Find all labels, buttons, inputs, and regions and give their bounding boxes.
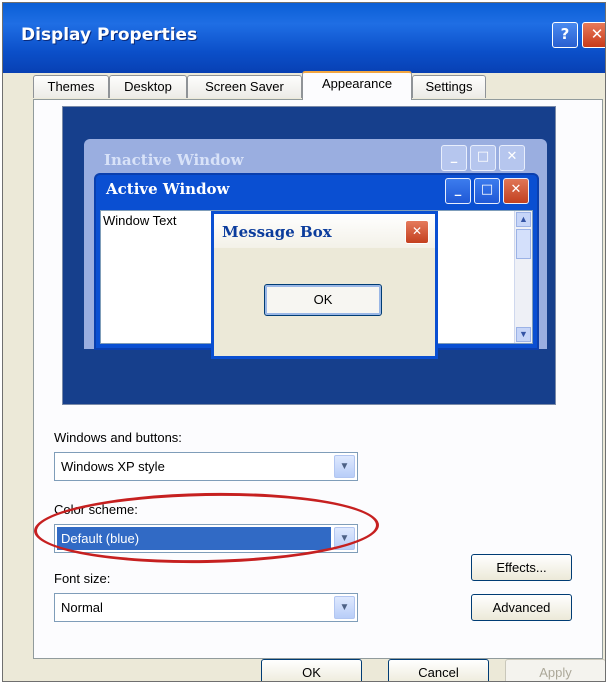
font-size-label: Font size: xyxy=(54,571,111,586)
tab-settings[interactable]: Settings xyxy=(412,75,486,98)
minimize-icon: _ xyxy=(445,178,471,204)
font-size-value: Normal xyxy=(61,600,103,615)
active-window-controls: _ □ ✕ xyxy=(445,178,529,204)
help-button[interactable]: ? xyxy=(552,22,578,48)
inactive-window-title: Inactive Window xyxy=(104,151,244,169)
message-box-ok-button: OK xyxy=(264,284,382,316)
chevron-down-icon[interactable]: ▼ xyxy=(334,596,355,619)
inactive-window-controls: _ □ ✕ xyxy=(441,145,525,171)
windows-buttons-label: Windows and buttons: xyxy=(54,430,182,445)
close-button[interactable]: ✕ xyxy=(582,22,605,48)
scroll-thumb xyxy=(516,229,531,259)
dialog-body: Themes Desktop Screen Saver Appearance S… xyxy=(3,71,605,681)
message-box-title: Message Box xyxy=(222,223,332,241)
close-icon: ✕ xyxy=(499,145,525,171)
minimize-icon: _ xyxy=(441,145,467,171)
vertical-scrollbar: ▲ ▼ xyxy=(514,211,532,343)
windows-buttons-select[interactable]: Windows XP style ▼ xyxy=(54,452,358,481)
apply-button[interactable]: Apply xyxy=(505,659,605,681)
display-properties-window: Display Properties ? ✕ Themes Desktop Sc… xyxy=(2,2,606,682)
windows-buttons-value: Windows XP style xyxy=(61,459,165,474)
window-text-sample: Window Text xyxy=(103,213,177,228)
title-bar[interactable]: Display Properties ? ✕ xyxy=(3,3,605,73)
font-size-select[interactable]: Normal ▼ xyxy=(54,593,358,622)
chevron-down-icon[interactable]: ▼ xyxy=(334,455,355,478)
close-icon: ✕ xyxy=(405,220,429,244)
tab-themes[interactable]: Themes xyxy=(33,75,109,98)
maximize-icon: □ xyxy=(470,145,496,171)
ok-button[interactable]: OK xyxy=(261,659,362,681)
effects-button[interactable]: Effects... xyxy=(471,554,572,581)
maximize-icon: □ xyxy=(474,178,500,204)
scroll-up-icon: ▲ xyxy=(516,212,531,227)
tab-appearance[interactable]: Appearance xyxy=(302,71,412,100)
tab-screen-saver[interactable]: Screen Saver xyxy=(187,75,302,98)
appearance-panel: Inactive Window _ □ ✕ Active Window _ □ … xyxy=(33,99,603,659)
message-box-preview: Message Box ✕ OK xyxy=(211,211,438,359)
tab-desktop[interactable]: Desktop xyxy=(109,75,187,98)
scroll-down-icon: ▼ xyxy=(516,327,531,342)
message-box-titlebar: Message Box ✕ xyxy=(214,214,435,248)
active-window-title: Active Window xyxy=(106,180,230,198)
cancel-button[interactable]: Cancel xyxy=(388,659,489,681)
window-title: Display Properties xyxy=(21,25,198,45)
advanced-button[interactable]: Advanced xyxy=(471,594,572,621)
close-icon: ✕ xyxy=(503,178,529,204)
appearance-preview: Inactive Window _ □ ✕ Active Window _ □ … xyxy=(62,106,556,405)
